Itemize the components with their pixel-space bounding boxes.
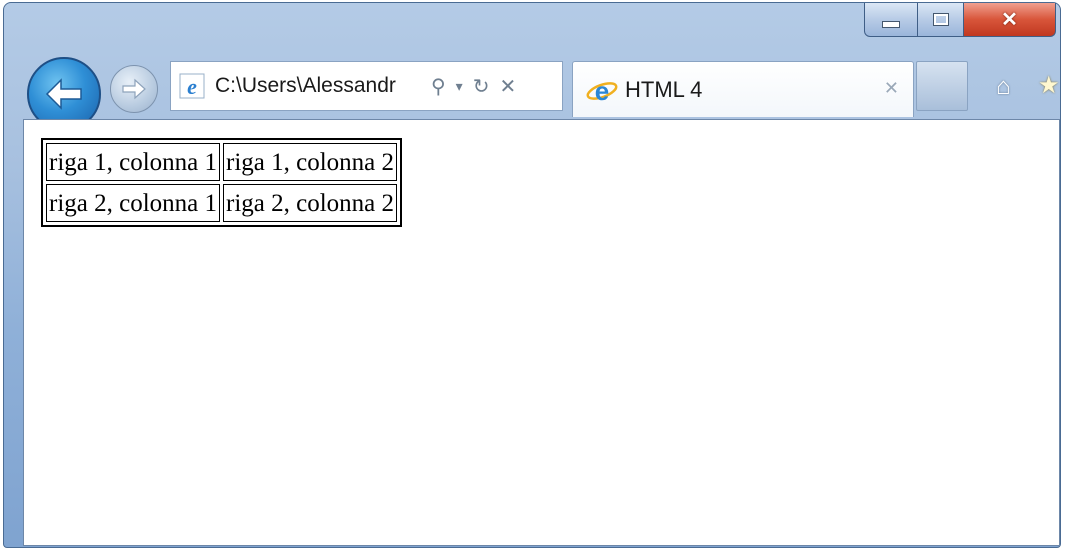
browser-window: ✕ e C:\Users\Alessandr ⚲ ▾ ↻ ✕ e HTML 4 … xyxy=(3,2,1061,548)
search-icon[interactable]: ⚲ xyxy=(431,74,446,99)
svg-text:e: e xyxy=(187,74,197,99)
dropdown-icon[interactable]: ▾ xyxy=(456,78,463,95)
table-cell: riga 2, colonna 1 xyxy=(46,184,221,222)
tab-html-4[interactable]: e HTML 4 ✕ xyxy=(572,61,914,117)
refresh-icon[interactable]: ↻ xyxy=(473,74,490,99)
back-arrow-icon xyxy=(45,78,82,110)
forward-button[interactable] xyxy=(110,65,158,113)
tab-close-icon[interactable]: ✕ xyxy=(884,78,899,99)
svg-text:e: e xyxy=(595,76,609,105)
page-icon: e xyxy=(179,73,205,99)
favorites-star-icon[interactable]: ★ xyxy=(1038,71,1060,100)
table-cell: riga 1, colonna 2 xyxy=(223,143,398,181)
address-tools: ⚲ ▾ ↻ ✕ xyxy=(431,74,516,99)
new-tab-button[interactable] xyxy=(916,61,968,111)
minimize-icon xyxy=(882,21,900,28)
tab-title: HTML 4 xyxy=(625,76,703,102)
table-cell: riga 1, colonna 1 xyxy=(46,143,221,181)
maximize-button[interactable] xyxy=(918,3,964,37)
forward-arrow-icon xyxy=(122,78,146,100)
minimize-button[interactable] xyxy=(864,3,918,37)
address-text[interactable]: C:\Users\Alessandr xyxy=(215,74,423,98)
table-cell: riga 2, colonna 2 xyxy=(223,184,398,222)
close-window-button[interactable]: ✕ xyxy=(964,3,1056,37)
navigation-bar: e C:\Users\Alessandr ⚲ ▾ ↻ ✕ e HTML 4 ✕ … xyxy=(4,51,1060,131)
close-icon: ✕ xyxy=(1001,9,1018,31)
stop-icon[interactable]: ✕ xyxy=(499,74,516,99)
home-icon[interactable]: ⌂ xyxy=(996,73,1011,101)
data-table: riga 1, colonna 1 riga 1, colonna 2 riga… xyxy=(41,138,403,227)
caption-buttons: ✕ xyxy=(864,3,1056,39)
address-bar[interactable]: e C:\Users\Alessandr ⚲ ▾ ↻ ✕ xyxy=(170,61,563,111)
table-row: riga 1, colonna 1 riga 1, colonna 2 xyxy=(46,143,398,181)
page-content: riga 1, colonna 1 riga 1, colonna 2 riga… xyxy=(23,119,1060,546)
ie-icon: e xyxy=(586,76,618,105)
maximize-icon xyxy=(932,13,949,26)
table-row: riga 2, colonna 1 riga 2, colonna 2 xyxy=(46,184,398,222)
